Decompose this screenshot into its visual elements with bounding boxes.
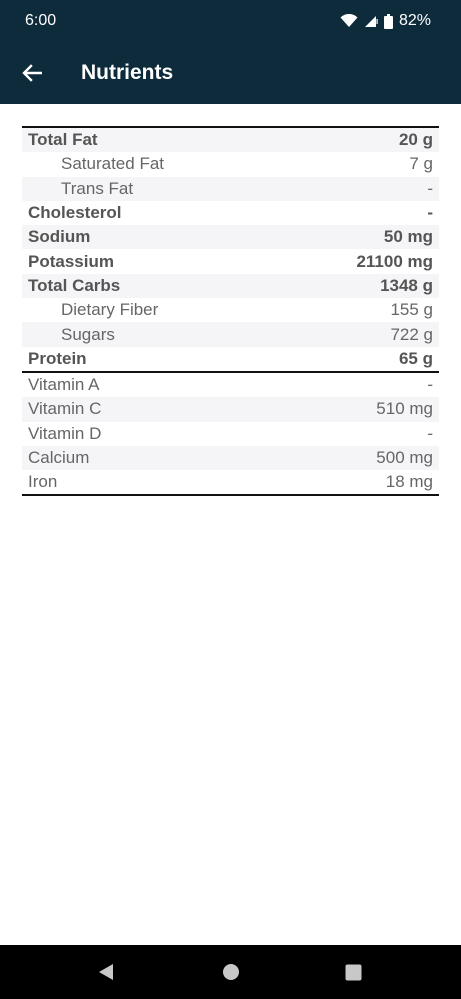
table-bottom-rule <box>22 494 439 497</box>
row-label: Vitamin A <box>28 375 100 395</box>
nav-home-button[interactable] <box>211 952 251 992</box>
row-label: Cholesterol <box>28 203 122 223</box>
row-label: Sugars <box>61 324 115 344</box>
nutrient-rows: Total Fat 20 g Saturated Fat 7 g Trans Fat - C… <box>22 128 439 371</box>
row-label: Saturated Fat <box>61 154 165 174</box>
row-value: 155 g <box>390 300 433 320</box>
back-button[interactable] <box>2 42 62 104</box>
row-label: Total Carbs <box>28 275 121 295</box>
row-label: Dietary Fiber <box>61 300 159 320</box>
table-row: Vitamin A - <box>22 373 439 397</box>
row-value: 20 g <box>398 130 433 150</box>
arrow-left-icon <box>22 64 42 82</box>
app-bar: Nutrients <box>0 42 461 104</box>
row-label: Vitamin D <box>28 423 102 443</box>
table-row: Total Carbs 1348 g <box>22 273 439 299</box>
row-value: 1348 g <box>380 275 433 295</box>
row-value: 21100 mg <box>356 251 433 271</box>
status-bar: 6:00 82% <box>0 0 461 42</box>
page-title: Nutrients <box>81 61 174 84</box>
battery-icon <box>383 13 393 29</box>
table-row: Protein 65 g <box>22 347 439 371</box>
row-value: 500 mg <box>376 448 433 467</box>
table-row: Cholesterol - <box>22 201 439 225</box>
row-value: 50 mg <box>383 227 433 247</box>
row-label: Vitamin C <box>28 399 102 419</box>
square-recents-icon <box>345 964 361 980</box>
row-label: Trans Fat <box>61 178 134 198</box>
row-value: 65 g <box>398 348 433 368</box>
cell-signal-icon <box>364 16 378 27</box>
row-label: Sodium <box>28 227 91 247</box>
row-label: Calcium <box>28 448 90 467</box>
row-value: 722 g <box>390 324 433 344</box>
nav-back-button[interactable] <box>86 952 126 992</box>
row-value: 18 mg <box>385 472 433 492</box>
row-label: Iron <box>28 472 58 492</box>
circle-home-icon <box>223 964 239 980</box>
nav-recents-button[interactable] <box>333 952 373 992</box>
status-time: 6:00 <box>25 12 57 29</box>
table-row: Saturated Fat 7 g <box>22 152 439 176</box>
table-row: Vitamin D - <box>22 422 439 446</box>
row-value: - <box>427 203 433 223</box>
vitamin-rows: Vitamin A - Vitamin C 510 mg Vitamin D - Calci… <box>22 373 439 494</box>
row-label: Protein <box>28 348 87 368</box>
status-icons: 82% <box>340 12 431 30</box>
table-row: Sugars 722 g <box>22 322 439 347</box>
battery-percent: 82% <box>398 12 431 29</box>
nutrients-table: Total Fat 20 g Saturated Fat 7 g Trans Fat - C… <box>22 126 439 497</box>
table-row: Dietary Fiber 155 g <box>22 298 439 322</box>
table-row: Sodium 50 mg <box>22 225 439 250</box>
triangle-back-icon <box>99 964 113 980</box>
row-label: Potassium <box>28 251 114 271</box>
table-row: Total Fat 20 g <box>22 128 439 153</box>
row-value: 510 mg <box>376 399 433 419</box>
table-row: Iron 18 mg <box>22 470 439 494</box>
row-value: 7 g <box>409 154 433 174</box>
row-value: - <box>427 375 433 395</box>
table-row: Trans Fat - <box>22 176 439 201</box>
table-row: Vitamin C 510 mg <box>22 397 439 422</box>
system-nav-bar <box>0 945 461 999</box>
row-value: - <box>427 178 433 198</box>
row-value: - <box>427 423 433 443</box>
table-row: Potassium 21100 mg <box>22 249 439 273</box>
wifi-icon <box>340 14 358 27</box>
table-row: Calcium 500 mg <box>22 445 439 471</box>
row-label: Total Fat <box>28 130 98 150</box>
